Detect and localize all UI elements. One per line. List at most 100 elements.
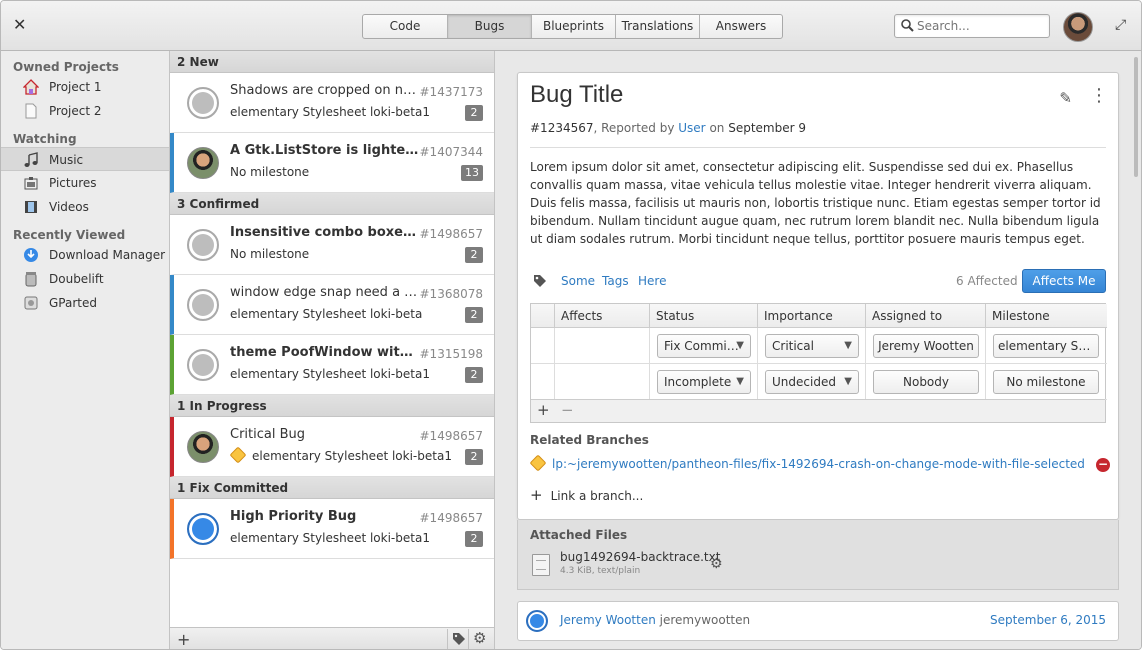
file-name[interactable]: bug1492694-backtrace.txt bbox=[560, 550, 720, 564]
affects-me-button[interactable]: Affects Me bbox=[1022, 269, 1106, 293]
tag-filter-button[interactable] bbox=[447, 629, 469, 649]
tab-translations[interactable]: Translations bbox=[615, 15, 699, 38]
add-bug-button[interactable]: + bbox=[177, 630, 190, 649]
bug-row[interactable]: Critical Bug #1498657 elementary Stylesh… bbox=[170, 417, 494, 477]
tags-icon bbox=[534, 275, 546, 287]
status-combo[interactable]: Incomplete ▼ bbox=[657, 370, 751, 394]
table-cell bbox=[531, 328, 555, 364]
milestone-button[interactable]: No milestone bbox=[993, 370, 1099, 394]
bug-row[interactable]: A Gtk.ListStore is lighter than a … #140… bbox=[170, 133, 494, 193]
fullscreen-icon[interactable]: ⤢ bbox=[1115, 17, 1126, 33]
bug-card: Bug Title ✎ ⋮ #1234567, Reported by User… bbox=[517, 72, 1119, 520]
affects-table: Affects Status Importance Assigned to Mi… bbox=[530, 303, 1107, 423]
combo-value: Incomplete bbox=[664, 375, 732, 389]
bug-row[interactable]: High Priority Bug #1498657 elementary St… bbox=[170, 499, 494, 559]
sidebar-item-label: Videos bbox=[49, 200, 89, 214]
sidebar-item-project-2[interactable]: Project 2 bbox=[1, 99, 169, 123]
sidebar-item-videos[interactable]: Videos bbox=[1, 195, 169, 219]
group-header-confirmed: 3 Confirmed bbox=[170, 193, 494, 215]
more-options-icon[interactable]: ⋮ bbox=[1090, 87, 1108, 105]
bug-milestone: elementary Stylesheet loki-beta1 bbox=[229, 446, 452, 464]
comment-count-badge: 2 bbox=[465, 367, 483, 383]
settings-gear-icon[interactable]: ⚙ bbox=[473, 629, 486, 647]
search-field[interactable] bbox=[894, 14, 1050, 38]
group-header-fix-committed: 1 Fix Committed bbox=[170, 477, 494, 499]
file-settings-gear-icon[interactable]: ⚙ bbox=[710, 556, 723, 572]
table-cell bbox=[555, 364, 650, 400]
sidebar-item-pictures[interactable]: Pictures bbox=[1, 171, 169, 195]
bug-milestone-label: elementary Stylesheet loki-beta1 bbox=[252, 449, 452, 463]
bug-title: Insensitive combo boxes are … bbox=[230, 225, 420, 240]
avatar bbox=[187, 349, 219, 381]
related-branches-heading: Related Branches bbox=[530, 433, 649, 447]
bug-row[interactable]: Insensitive combo boxes are … #1498657 N… bbox=[170, 215, 494, 275]
bug-title: Critical Bug bbox=[230, 427, 306, 442]
comment-count-badge: 2 bbox=[465, 105, 483, 121]
tab-answers[interactable]: Answers bbox=[699, 15, 782, 38]
sidebar-item-project-1[interactable]: Project 1 bbox=[1, 75, 169, 99]
bug-list-toolbar: + ⚙ bbox=[170, 627, 494, 649]
edit-pencil-icon[interactable]: ✎ bbox=[1059, 89, 1072, 107]
search-icon bbox=[901, 19, 914, 32]
sidebar-item-label: Pictures bbox=[49, 176, 97, 190]
tag-icon bbox=[453, 633, 465, 645]
sidebar-item-label: Download Manager bbox=[49, 248, 166, 262]
user-avatar[interactable] bbox=[1063, 12, 1093, 42]
remove-row-button[interactable]: − bbox=[561, 401, 574, 419]
tag-link[interactable]: Tags bbox=[602, 274, 629, 288]
bug-title: theme PoofWindow with CSS bbox=[230, 345, 420, 360]
sidebar-item-download-manager[interactable]: Download Manager bbox=[1, 243, 169, 267]
avatar bbox=[187, 87, 219, 119]
assignee-button[interactable]: Jeremy Wootten bbox=[873, 334, 979, 358]
author-link[interactable]: Jeremy Wootten bbox=[560, 613, 656, 627]
branch-link-label: lp:~jeremywootten/pantheon-files/fix-149… bbox=[552, 457, 1085, 471]
column-header-affects: Affects bbox=[555, 304, 650, 328]
comment-count-badge: 2 bbox=[465, 449, 483, 465]
sidebar-item-music[interactable]: Music bbox=[1, 147, 169, 171]
milestone-button[interactable]: elementary Styl… bbox=[993, 334, 1099, 358]
combo-value: Fix Commi… bbox=[664, 339, 739, 353]
bug-title-heading: Bug Title bbox=[530, 81, 624, 108]
dropdown-arrow-icon: ▼ bbox=[736, 376, 744, 387]
bug-id: #1407344 bbox=[419, 145, 484, 159]
branch-link[interactable]: lp:~jeremywootten/pantheon-files/fix-149… bbox=[529, 454, 1085, 472]
bug-title: Shadows are cropped on non-com… bbox=[230, 83, 420, 98]
bug-milestone: elementary Stylesheet loki-beta1 bbox=[230, 105, 430, 119]
document-icon bbox=[25, 103, 37, 119]
tag-link[interactable]: Some bbox=[561, 274, 595, 288]
importance-combo[interactable]: Undecided ▼ bbox=[765, 370, 859, 394]
avatar bbox=[187, 431, 219, 463]
table-corner bbox=[531, 304, 555, 328]
bug-row[interactable]: theme PoofWindow with CSS #1315198 eleme… bbox=[170, 335, 494, 395]
remove-branch-icon[interactable]: − bbox=[1096, 458, 1110, 472]
add-row-button[interactable]: + bbox=[537, 401, 550, 419]
close-icon[interactable]: ✕ bbox=[13, 15, 26, 34]
avatar bbox=[526, 610, 548, 632]
bug-number: #1234567 bbox=[530, 121, 594, 135]
meta-on-text: on bbox=[705, 121, 729, 135]
search-input[interactable] bbox=[917, 18, 1045, 34]
sidebar-heading-owned: Owned Projects bbox=[13, 60, 119, 74]
status-combo[interactable]: Fix Commi… ▼ bbox=[657, 334, 751, 358]
link-branch-button[interactable]: + Link a branch... bbox=[530, 486, 643, 504]
column-header-status: Status bbox=[650, 304, 758, 328]
tab-bugs[interactable]: Bugs bbox=[447, 15, 531, 38]
report-date: September 9 bbox=[728, 121, 806, 135]
assignee-button[interactable]: Nobody bbox=[873, 370, 979, 394]
sidebar-item-label: Music bbox=[49, 153, 84, 167]
bug-milestone: elementary Stylesheet loki-beta1 bbox=[230, 367, 430, 381]
scrollbar[interactable] bbox=[1134, 57, 1138, 177]
importance-combo[interactable]: Critical ▼ bbox=[765, 334, 859, 358]
file-info: 4.3 KiB, text/plain bbox=[560, 566, 641, 576]
bug-row[interactable]: Shadows are cropped on non-com… #1437173… bbox=[170, 73, 494, 133]
tab-code[interactable]: Code bbox=[363, 15, 447, 38]
tag-link[interactable]: Here bbox=[638, 274, 666, 288]
tab-blueprints[interactable]: Blueprints bbox=[531, 15, 615, 38]
header-bar: ✕ Code Bugs Blueprints Translations Answ… bbox=[1, 1, 1141, 51]
reporter-link[interactable]: User bbox=[678, 121, 705, 135]
sidebar-item-doubelift[interactable]: Doubelift bbox=[1, 267, 169, 291]
bug-id: #1437173 bbox=[419, 85, 484, 99]
bug-row[interactable]: window edge snap need a secon… #1368078 … bbox=[170, 275, 494, 335]
sidebar-item-gparted[interactable]: GParted bbox=[1, 291, 169, 315]
comment-date[interactable]: September 6, 2015 bbox=[990, 613, 1106, 627]
